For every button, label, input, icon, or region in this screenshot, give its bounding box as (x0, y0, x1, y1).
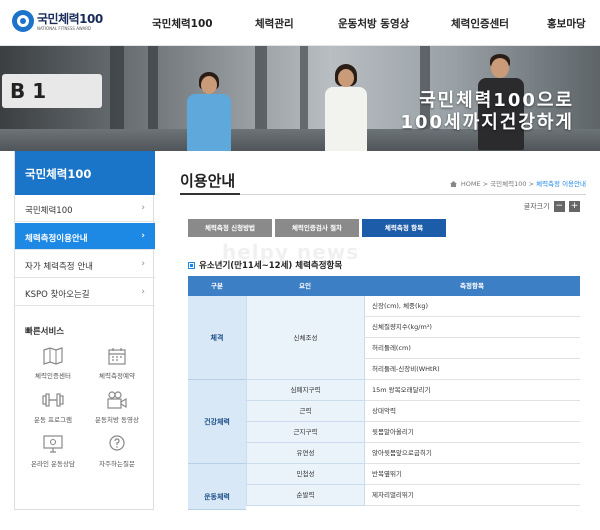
table-cell-item: 허리둘레(cm) (364, 338, 580, 359)
table-cell-item: 15m 왕복오래달리기 (364, 380, 580, 401)
table-factor: 심폐지구력 (246, 380, 364, 401)
font-decrease-button[interactable]: − (553, 201, 565, 212)
table-cell-item: 반복옆뛰기 (364, 464, 580, 485)
side-item-label: 체력측정이용안내 (25, 234, 88, 244)
title-divider (180, 194, 586, 195)
side-item-label: 자가 체력측정 안내 (25, 262, 93, 272)
table-factor: 민첩성 (246, 464, 364, 485)
site-logo[interactable]: 국민체력100 NATIONAL FITNESS AWARD (12, 8, 103, 38)
table-cell-item: 상대악력 (364, 401, 580, 422)
side-item-self-test[interactable]: 자가 체력측정 안내 › (15, 251, 155, 278)
table-group-physique: 체격 (188, 296, 246, 380)
breadcrumb-home[interactable]: HOME (461, 180, 481, 188)
table-group-motor-fitness: 운동체력 (188, 464, 246, 510)
calendar-icon (108, 348, 126, 365)
home-icon (449, 181, 457, 187)
table-cell-item: 신체질량지수(kg/m²) (364, 317, 580, 338)
side-item-label: 국민체력100 (25, 206, 73, 216)
breadcrumb-current: 체력측정 이용안내 (536, 180, 586, 188)
table-cell-item: 앉아윗몸앞으로굽히기 (364, 443, 580, 464)
side-item-usage-guide[interactable]: 체력측정이용안내 › (15, 223, 155, 250)
chevron-right-icon: › (141, 259, 145, 269)
table-header-item: 측정항목 (460, 282, 484, 290)
table-header: 구분 요인 측정항목 (188, 276, 580, 296)
square-bullet-icon (188, 262, 195, 269)
breadcrumb: HOME > 국민체력100 > 체력측정 이용안내 (449, 178, 586, 188)
video-camera-icon (107, 391, 127, 409)
side-menu: 국민체력100 국민체력100 › 체력측정이용안내 › 자가 체력측정 안내 … (14, 151, 155, 510)
chevron-right-icon: › (141, 231, 145, 241)
table-factor: 유연성 (246, 443, 364, 464)
breadcrumb-section[interactable]: 국민체력100 (490, 180, 526, 188)
font-size-label: 글자크기 (523, 202, 550, 211)
logo-text: 국민체력100 (37, 12, 103, 26)
side-menu-title: 국민체력100 (15, 151, 155, 195)
quick-service-online-consult[interactable]: 온라인 운동상담 (21, 435, 85, 468)
logo-subtext: NATIONAL FITNESS AWARD (37, 26, 92, 31)
table-factor: 신체조성 (246, 296, 364, 380)
quick-services-title: 빠른서비스 (25, 327, 65, 337)
table-cell-item: 허리둘레-신장비(WHtR) (364, 359, 580, 380)
table-header-factor: 요인 (299, 282, 311, 290)
quick-service-reservation[interactable]: 체력측정예약 (85, 347, 149, 380)
table-cell-item: 제자리멀리뛰기 (364, 485, 580, 506)
side-item-directions[interactable]: KSPO 찾아오는길 › (15, 279, 155, 306)
page-title: 이용안내 (180, 172, 236, 190)
title-divider-accent (180, 193, 240, 195)
nav-item-exercise-video[interactable]: 운동처방 동영상 (338, 16, 409, 31)
monitor-chat-icon (43, 435, 63, 453)
tab-measurement-items[interactable]: 체력측정 항목 (362, 219, 446, 237)
nav-item-fitness100[interactable]: 국민체력100 (152, 16, 213, 31)
chevron-right-icon: › (141, 203, 145, 213)
section-title: 유소년기(만11세~12세) 체력측정항목 (188, 259, 342, 271)
font-size-control: 글자크기 − + (524, 201, 580, 212)
table-cell-item: 신장(cm), 체중(kg) (364, 296, 580, 317)
nav-item-certification-center[interactable]: 체력인증센터 (451, 16, 509, 31)
side-item-label: KSPO 찾아오는길 (25, 290, 90, 300)
hero-banner: B 1 국민체력100으로 100세까지건강하게 (0, 46, 600, 151)
question-bubble-icon (109, 435, 125, 451)
table-header-category: 구분 (211, 282, 223, 290)
floor-sign-text: B 1 (10, 79, 47, 103)
table-factor: 근력 (246, 401, 364, 422)
quick-service-faq[interactable]: 자주하는질문 (85, 435, 149, 468)
banner-slogan-line2: 100세까지건강하게 (400, 112, 574, 133)
quick-service-exercise-program[interactable]: 운동 프로그램 (21, 391, 85, 424)
table-cell-item: 윗몸말아올리기 (364, 422, 580, 443)
quick-service-exercise-video[interactable]: 운동처방 동영상 (85, 391, 149, 424)
side-item-fitness100[interactable]: 국민체력100 › (15, 195, 155, 222)
table-factor: 순발력 (246, 485, 364, 506)
map-icon (43, 347, 63, 365)
nav-item-promotion[interactable]: 홍보마당 (547, 16, 586, 31)
table-factor: 근지구력 (246, 422, 364, 443)
table-group-health-fitness: 건강체력 (188, 380, 246, 464)
nav-item-fitness-management[interactable]: 체력관리 (255, 16, 294, 31)
dumbbell-icon (42, 393, 64, 407)
tab-certification-procedure[interactable]: 체력인증검사 절차 (275, 219, 359, 237)
tab-application-method[interactable]: 체력측정 신청방법 (188, 219, 272, 237)
logo-emblem-icon (12, 10, 34, 32)
font-increase-button[interactable]: + (569, 201, 580, 212)
chevron-right-icon: › (141, 287, 145, 297)
quick-service-certification-center[interactable]: 체력인증센터 (21, 347, 85, 380)
site-header: 국민체력100 NATIONAL FITNESS AWARD 국민체력100 체… (0, 0, 600, 46)
